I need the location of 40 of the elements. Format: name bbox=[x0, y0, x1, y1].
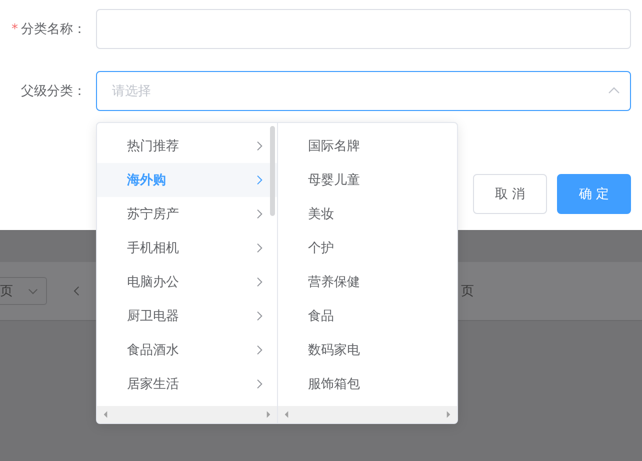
scroll-right-icon[interactable] bbox=[266, 411, 271, 418]
scroll-right-icon[interactable] bbox=[446, 411, 451, 418]
menu-item[interactable]: 营养保健 bbox=[278, 265, 457, 299]
required-mark: * bbox=[12, 22, 18, 36]
chevron-right-icon bbox=[255, 276, 265, 288]
menu-item[interactable]: 电脑办公 bbox=[97, 265, 277, 299]
previous-page-button[interactable] bbox=[72, 285, 82, 297]
pagination-text: 页 bbox=[461, 283, 474, 300]
cancel-button[interactable]: 取 消 bbox=[473, 174, 547, 214]
menu-item[interactable]: 母婴儿童 bbox=[278, 163, 457, 197]
horizontal-scrollbar[interactable] bbox=[278, 406, 457, 423]
menu-item[interactable]: 食品 bbox=[278, 299, 457, 333]
field-label: 父级分类： bbox=[21, 83, 86, 100]
menu-item[interactable]: 居家生活 bbox=[97, 367, 277, 401]
menu-item[interactable]: 手机相机 bbox=[97, 231, 277, 265]
menu-item[interactable]: 苏宁房产 bbox=[97, 197, 277, 231]
menu-item[interactable]: 食品酒水 bbox=[97, 333, 277, 367]
chevron-right-icon bbox=[255, 242, 265, 254]
chevron-right-icon bbox=[255, 310, 265, 322]
scroll-left-icon[interactable] bbox=[284, 411, 289, 418]
chevron-right-icon bbox=[255, 378, 265, 390]
scrollbar-thumb[interactable] bbox=[270, 126, 275, 216]
input-field[interactable] bbox=[96, 9, 631, 49]
scroll-left-icon[interactable] bbox=[103, 411, 108, 418]
select-field[interactable]: 请选择 bbox=[96, 71, 631, 111]
menu-item[interactable]: 服饰箱包 bbox=[278, 367, 457, 401]
menu-item[interactable]: 国际名牌 bbox=[278, 129, 457, 163]
menu-item[interactable]: 热门推荐 bbox=[97, 129, 277, 163]
menu-item[interactable]: 厨卫电器 bbox=[97, 299, 277, 333]
field-label: 分类名称： bbox=[21, 21, 86, 38]
chevron-right-icon bbox=[255, 208, 265, 220]
menu-item[interactable]: 美妆 bbox=[278, 197, 457, 231]
chevron-right-icon bbox=[255, 344, 265, 356]
menu-item[interactable]: 数码家电 bbox=[278, 333, 457, 367]
chevron-left-icon bbox=[72, 285, 82, 297]
horizontal-scrollbar[interactable] bbox=[97, 406, 277, 423]
chevron-right-icon bbox=[255, 174, 265, 186]
chevron-right-icon bbox=[255, 140, 265, 152]
chevron-down-icon bbox=[28, 286, 38, 296]
menu-item[interactable]: 个护 bbox=[278, 231, 457, 265]
